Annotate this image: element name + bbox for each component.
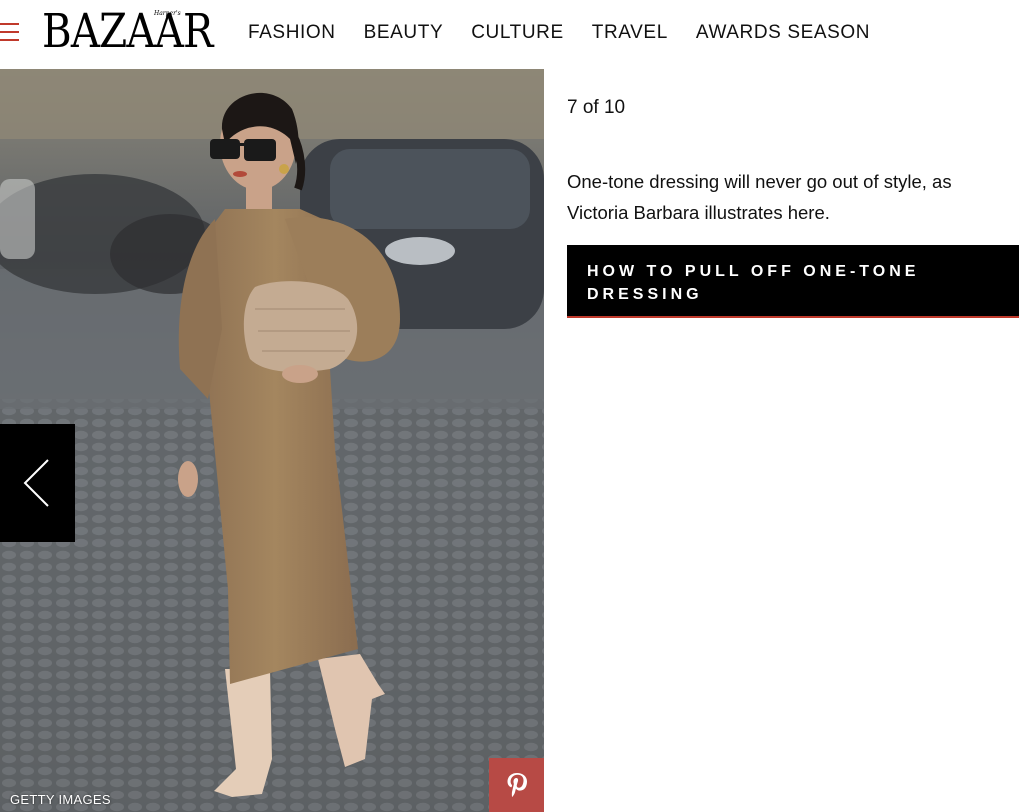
slide-caption: One-tone dressing will never go out of s…: [567, 171, 952, 223]
previous-slide-button[interactable]: [0, 424, 75, 542]
logo-small-text: Harper's: [154, 10, 181, 17]
slideshow-photo: [0, 69, 544, 812]
photo-credit: GETTY IMAGES: [10, 792, 111, 807]
nav-item-culture[interactable]: CULTURE: [471, 22, 564, 44]
nav-item-travel[interactable]: TRAVEL: [592, 22, 668, 44]
pinterest-share-button[interactable]: [489, 758, 544, 812]
related-article-label: HOW TO PULL OFF ONE-TONE DRESSING: [587, 263, 920, 303]
site-header: BAZAAR Harper's FASHION BEAUTY CULTURE T…: [0, 0, 1024, 68]
nav-item-fashion[interactable]: FASHION: [248, 22, 336, 44]
street-style-photo: [0, 69, 544, 812]
slide-counter: 7 of 10: [567, 97, 626, 118]
site-logo[interactable]: BAZAAR Harper's: [42, 7, 224, 57]
nav-item-beauty[interactable]: BEAUTY: [364, 22, 444, 44]
chevron-left-icon: [23, 459, 49, 507]
main-nav: FASHION BEAUTY CULTURE TRAVEL AWARDS SEA…: [248, 22, 898, 44]
pinterest-icon: [507, 773, 527, 797]
nav-item-awards-season[interactable]: AWARDS SEASON: [696, 22, 870, 44]
logo-text: BAZAAR: [42, 4, 214, 59]
related-article-button[interactable]: HOW TO PULL OFF ONE-TONE DRESSING: [567, 245, 1019, 318]
hamburger-menu-icon[interactable]: [0, 21, 20, 43]
